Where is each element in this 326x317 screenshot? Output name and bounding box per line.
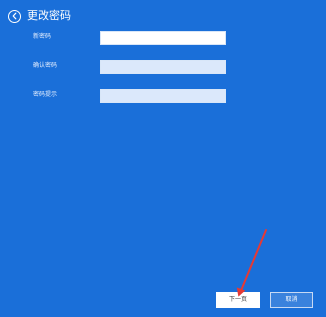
- page-title: 更改密码: [27, 9, 71, 22]
- next-button[interactable]: 下一页: [216, 292, 260, 308]
- red-arrow-icon: [236, 229, 267, 297]
- new-password-field[interactable]: [100, 31, 226, 45]
- new-password-label: 新密码: [33, 33, 52, 40]
- cancel-button[interactable]: 取消: [270, 292, 313, 308]
- back-arrow-icon: [12, 12, 16, 20]
- password-hint-label: 密码提示: [33, 91, 58, 98]
- password-hint-field[interactable]: [100, 89, 226, 103]
- back-button[interactable]: [8, 9, 21, 23]
- change-password-window: 更改密码 新密码 确认密码 密码提示 下一页 取消: [0, 0, 326, 317]
- header: 更改密码: [8, 7, 71, 25]
- confirm-password-label: 确认密码: [33, 62, 58, 69]
- confirm-password-field[interactable]: [100, 60, 226, 74]
